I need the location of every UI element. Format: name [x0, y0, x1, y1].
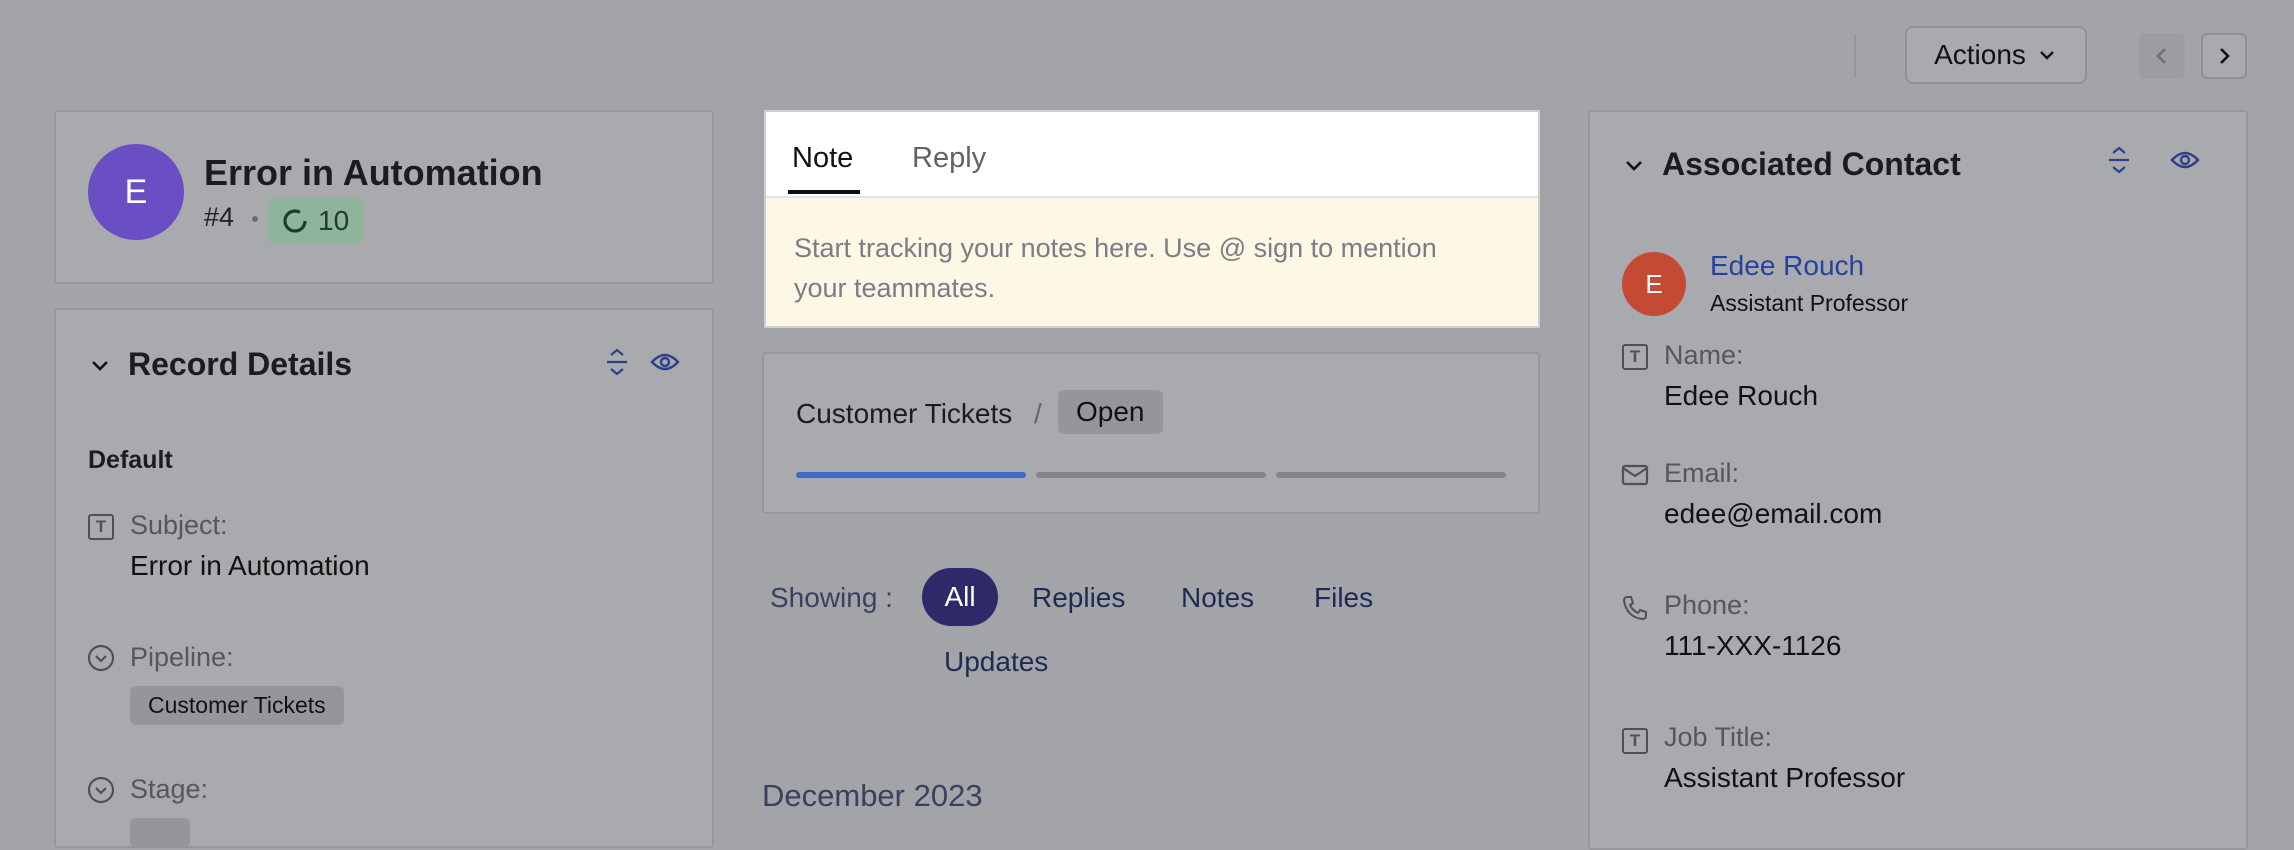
next-record-button[interactable] — [2201, 33, 2247, 79]
note-input-area[interactable]: Start tracking your notes here. Use @ si… — [766, 198, 1538, 326]
record-avatar: E — [88, 144, 184, 240]
associated-contact-card: Associated Contact E Edee Rouch Assistan… — [1588, 110, 2248, 850]
record-avatar-letter: E — [124, 172, 148, 211]
progress-ring-icon — [283, 209, 307, 233]
filter-all[interactable]: All — [922, 568, 998, 626]
note-placeholder: Start tracking your notes here. Use @ si… — [794, 228, 1437, 308]
pipeline-label: Pipeline: — [130, 642, 234, 672]
contact-avatar-letter: E — [1645, 268, 1663, 299]
record-header-card: E Error in Automation #4 10 — [54, 110, 714, 284]
progress-segment — [1036, 472, 1266, 478]
stage-chip[interactable]: Open — [1058, 390, 1163, 434]
actions-label: Actions — [1934, 39, 2026, 70]
associated-contact-heading: Associated Contact — [1662, 146, 1961, 182]
text-field-icon: T — [1622, 344, 1648, 370]
mail-icon — [1621, 464, 1649, 486]
filter-label: Showing : — [770, 582, 893, 613]
contact-name-label: Name: — [1664, 340, 1744, 370]
note-placeholder-line-2: your teammates. — [794, 273, 996, 303]
contact-avatar: E — [1622, 252, 1686, 316]
record-number: #4 — [204, 202, 235, 232]
text-field-icon: T — [88, 514, 114, 540]
subject-value[interactable]: Error in Automation — [130, 550, 370, 582]
score-badge: 10 — [268, 198, 364, 244]
pipeline-value-chip[interactable]: Customer Tickets — [130, 686, 344, 725]
contact-job-title-label: Job Title: — [1664, 722, 1773, 752]
filter-notes[interactable]: Notes — [1181, 582, 1254, 614]
expand-collapse-icon[interactable] — [604, 348, 630, 376]
contact-job-title-value[interactable]: Assistant Professor — [1664, 762, 1905, 794]
prev-record-button[interactable] — [2139, 33, 2185, 79]
expand-collapse-icon[interactable] — [2106, 146, 2132, 174]
record-title: Error in Automation — [204, 152, 543, 193]
contact-phone-label: Phone: — [1664, 590, 1750, 620]
eye-icon[interactable] — [650, 352, 680, 372]
breadcrumb-separator: / — [1034, 398, 1042, 429]
record-details-card: Record Details Default T Subject: Error … — [54, 308, 714, 848]
progress-segment — [1276, 472, 1506, 478]
toolbar-divider — [1854, 34, 1856, 78]
collapse-chevron-icon[interactable] — [88, 354, 112, 378]
subject-label: Subject: — [130, 510, 228, 540]
text-field-icon: T — [1622, 728, 1648, 754]
note-composer: Note Reply Start tracking your notes her… — [764, 110, 1540, 328]
chevron-right-icon — [2220, 48, 2230, 64]
note-placeholder-line-1: Start tracking your notes here. Use @ si… — [794, 233, 1437, 263]
contact-subtitle: Assistant Professor — [1710, 290, 1909, 316]
pipeline-name: Customer Tickets — [796, 398, 1013, 429]
composer-tabs — [766, 112, 1538, 198]
actions-button[interactable]: Actions — [1905, 26, 2087, 84]
active-tab-indicator — [788, 190, 860, 194]
field-group-heading: Default — [88, 446, 173, 474]
eye-icon[interactable] — [2170, 150, 2200, 170]
record-details-heading: Record Details — [128, 346, 353, 382]
progress-segment-complete — [796, 472, 1026, 478]
filter-replies[interactable]: Replies — [1032, 582, 1125, 614]
stage-label: Stage: — [130, 774, 209, 804]
collapse-chevron-icon[interactable] — [1622, 154, 1646, 178]
contact-name-value[interactable]: Edee Rouch — [1664, 380, 1818, 412]
tab-note[interactable]: Note — [792, 142, 853, 175]
chevron-down-icon — [2040, 51, 2054, 60]
contact-name-link[interactable]: Edee Rouch — [1710, 250, 1864, 282]
contact-phone-value[interactable]: 111-XXX-1126 — [1664, 630, 1841, 662]
chevron-left-icon — [2156, 48, 2166, 64]
score-value: 10 — [318, 205, 350, 236]
filter-files[interactable]: Files — [1314, 582, 1373, 614]
stage-value-chip[interactable] — [130, 818, 190, 848]
dropdown-field-icon — [87, 644, 115, 672]
contact-email-label: Email: — [1664, 458, 1740, 488]
dot-separator — [252, 216, 258, 222]
dropdown-field-icon — [87, 776, 115, 804]
filter-updates[interactable]: Updates — [944, 646, 1048, 678]
phone-icon — [1622, 596, 1647, 621]
tab-reply[interactable]: Reply — [912, 142, 986, 175]
timeline-month-heading: December 2023 — [762, 778, 983, 813]
pipeline-stage-card: Customer Tickets / Open — [762, 352, 1540, 514]
contact-email-value[interactable]: edee@email.com — [1664, 498, 1882, 530]
